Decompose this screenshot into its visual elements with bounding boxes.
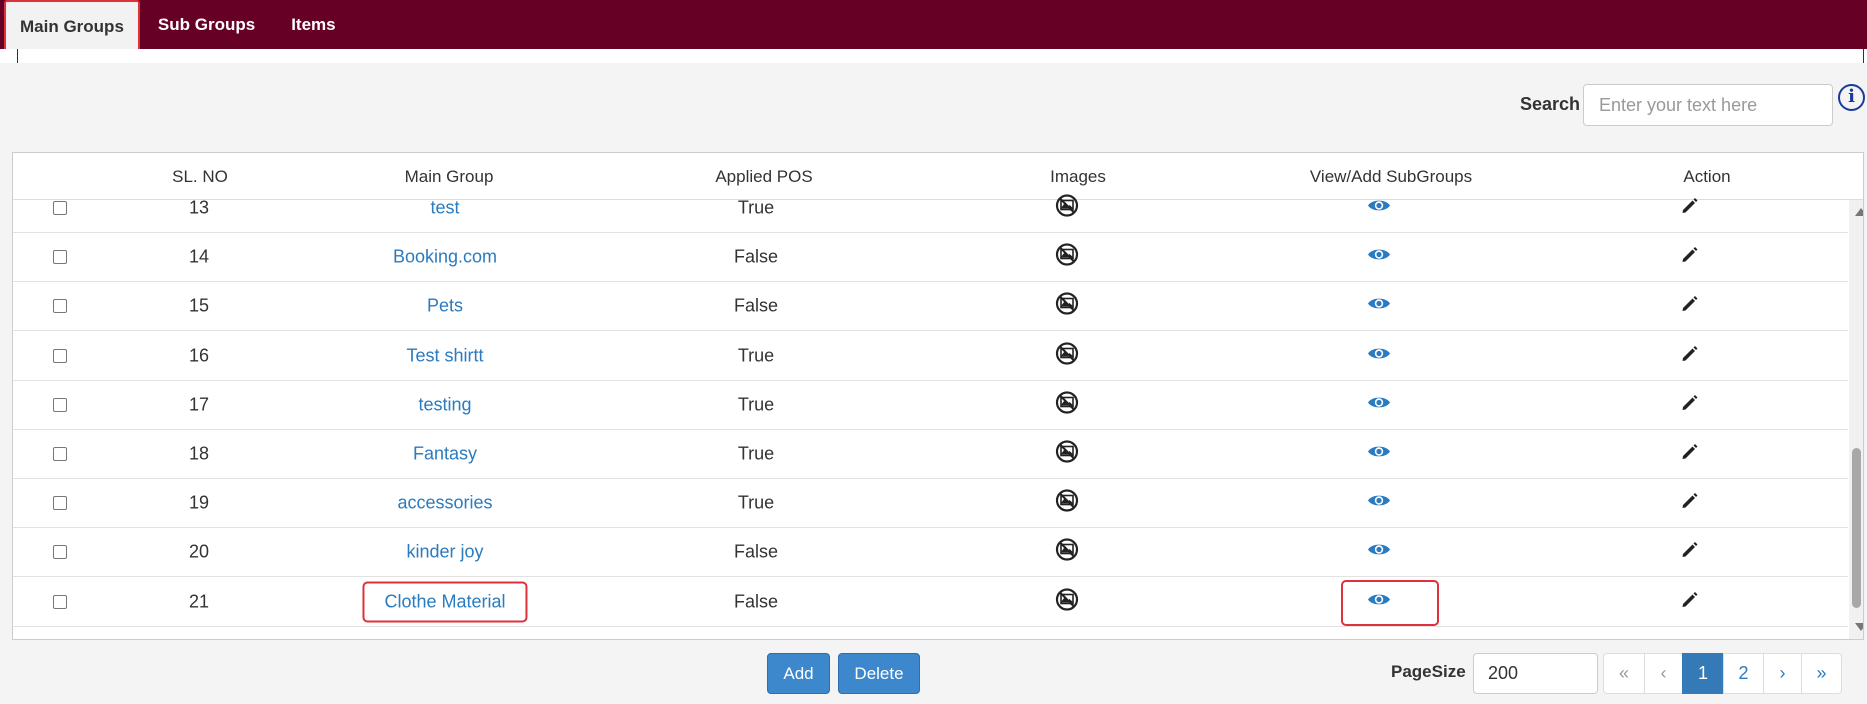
eye-icon[interactable] [1367, 247, 1391, 268]
search-label: Search [1520, 94, 1581, 114]
pencil-icon[interactable] [1680, 245, 1700, 270]
main-group-link[interactable]: accessories [397, 493, 492, 514]
row-checkbox[interactable] [53, 201, 67, 215]
row-sl-no: 14 [188, 246, 210, 267]
main-group-link[interactable]: Clothe Material [362, 581, 528, 623]
eye-icon[interactable] [1367, 493, 1391, 514]
row-checkbox[interactable] [53, 348, 67, 363]
eye-icon[interactable] [1367, 198, 1391, 219]
row-applied-pos: True [737, 394, 775, 415]
main-groups-table: SL. NO Main Group Applied POS Images Vie… [12, 152, 1864, 640]
last-page-button[interactable]: » [1801, 653, 1842, 694]
row-sl-no: 18 [188, 443, 210, 464]
no-image-icon[interactable] [1055, 538, 1079, 567]
row-sl-no: 20 [188, 541, 210, 562]
tab-items[interactable]: Items [273, 0, 353, 49]
row-checkbox[interactable] [53, 397, 67, 412]
eye-icon[interactable] [1367, 542, 1391, 563]
main-group-link[interactable]: kinder joy [406, 542, 483, 563]
row-applied-pos: True [737, 197, 775, 218]
add-button[interactable]: Add [767, 653, 830, 694]
row-sl-no: 17 [188, 394, 210, 415]
table-row: 17 testing True [13, 381, 1848, 430]
divider [1863, 49, 1864, 63]
no-image-icon[interactable] [1055, 243, 1079, 272]
page-1-button[interactable]: 1 [1682, 653, 1724, 694]
page-2-button[interactable]: 2 [1723, 653, 1764, 694]
row-checkbox[interactable] [53, 496, 67, 511]
table-row: 16 Test shirtt True [13, 332, 1848, 381]
row-sl-no: 21 [188, 591, 210, 612]
row-sl-no: 16 [188, 345, 210, 366]
eye-icon[interactable] [1367, 444, 1391, 465]
table-row: 18 Fantasy True [13, 430, 1848, 479]
row-applied-pos: True [737, 492, 775, 513]
main-group-link[interactable]: testing [418, 394, 471, 415]
row-sl-no: 19 [188, 492, 210, 513]
pagination: « ‹ 1 2 › » [1603, 653, 1842, 694]
main-group-link[interactable]: Booking.com [393, 247, 497, 268]
pencil-icon[interactable] [1680, 343, 1700, 368]
next-page-button[interactable]: › [1763, 653, 1802, 694]
pagesize-label: PageSize [1391, 662, 1466, 681]
row-applied-pos: True [737, 345, 775, 366]
eye-icon[interactable] [1367, 296, 1391, 317]
eye-icon[interactable] [1367, 394, 1391, 415]
pagesize-input[interactable]: 200 [1473, 653, 1598, 694]
table-row: 19 accessories True [13, 479, 1848, 529]
search-input[interactable] [1583, 84, 1833, 126]
table-row: 20 kinder joy False [13, 528, 1848, 578]
tab-list: Main Groups Sub Groups Items [0, 0, 354, 58]
table-row: 14 Booking.com False [13, 233, 1848, 283]
pencil-icon[interactable] [1680, 196, 1700, 221]
prev-page-button[interactable]: ‹ [1644, 653, 1683, 694]
main-group-link[interactable]: Fantasy [413, 444, 477, 465]
tab-underline-strip [0, 49, 1867, 63]
scroll-down-arrow-icon[interactable] [1855, 623, 1863, 631]
no-image-icon[interactable] [1055, 292, 1079, 321]
tab-sub-groups[interactable]: Sub Groups [140, 0, 273, 49]
info-icon[interactable]: i [1838, 84, 1865, 111]
pencil-icon[interactable] [1680, 491, 1700, 516]
no-image-icon[interactable] [1055, 194, 1079, 223]
row-applied-pos: False [733, 591, 779, 612]
table-row: 15 Pets False [13, 282, 1848, 332]
main-group-link[interactable]: test [430, 198, 459, 219]
no-image-icon[interactable] [1055, 587, 1079, 616]
row-checkbox[interactable] [53, 250, 67, 265]
row-applied-pos: False [733, 541, 779, 562]
main-group-link[interactable]: Pets [427, 296, 463, 317]
row-checkbox[interactable] [53, 545, 67, 560]
table-row: 21 Clothe Material False [13, 578, 1848, 627]
no-image-icon[interactable] [1055, 440, 1079, 469]
scroll-up-arrow-icon[interactable] [1855, 208, 1863, 216]
no-image-icon[interactable] [1055, 390, 1079, 419]
main-group-link[interactable]: Test shirtt [406, 345, 483, 366]
row-sl-no: 13 [188, 197, 210, 218]
no-image-icon[interactable] [1055, 341, 1079, 370]
row-applied-pos: False [733, 295, 779, 316]
eye-icon[interactable] [1367, 345, 1391, 366]
eye-icon[interactable] [1367, 591, 1391, 612]
divider [17, 49, 18, 63]
row-checkbox[interactable] [53, 594, 67, 609]
scrollbar-thumb[interactable] [1852, 448, 1861, 608]
pencil-icon[interactable] [1680, 540, 1700, 565]
pencil-icon[interactable] [1680, 589, 1700, 614]
first-page-button[interactable]: « [1603, 653, 1645, 694]
no-image-icon[interactable] [1055, 489, 1079, 518]
row-sl-no: 15 [188, 295, 210, 316]
row-applied-pos: True [737, 443, 775, 464]
pencil-icon[interactable] [1680, 294, 1700, 319]
pencil-icon[interactable] [1680, 442, 1700, 467]
delete-button[interactable]: Delete [838, 653, 920, 694]
row-checkbox[interactable] [53, 299, 67, 314]
table-row: 13 test True [13, 184, 1848, 233]
pencil-icon[interactable] [1680, 392, 1700, 417]
row-applied-pos: False [733, 246, 779, 267]
row-checkbox[interactable] [53, 447, 67, 461]
